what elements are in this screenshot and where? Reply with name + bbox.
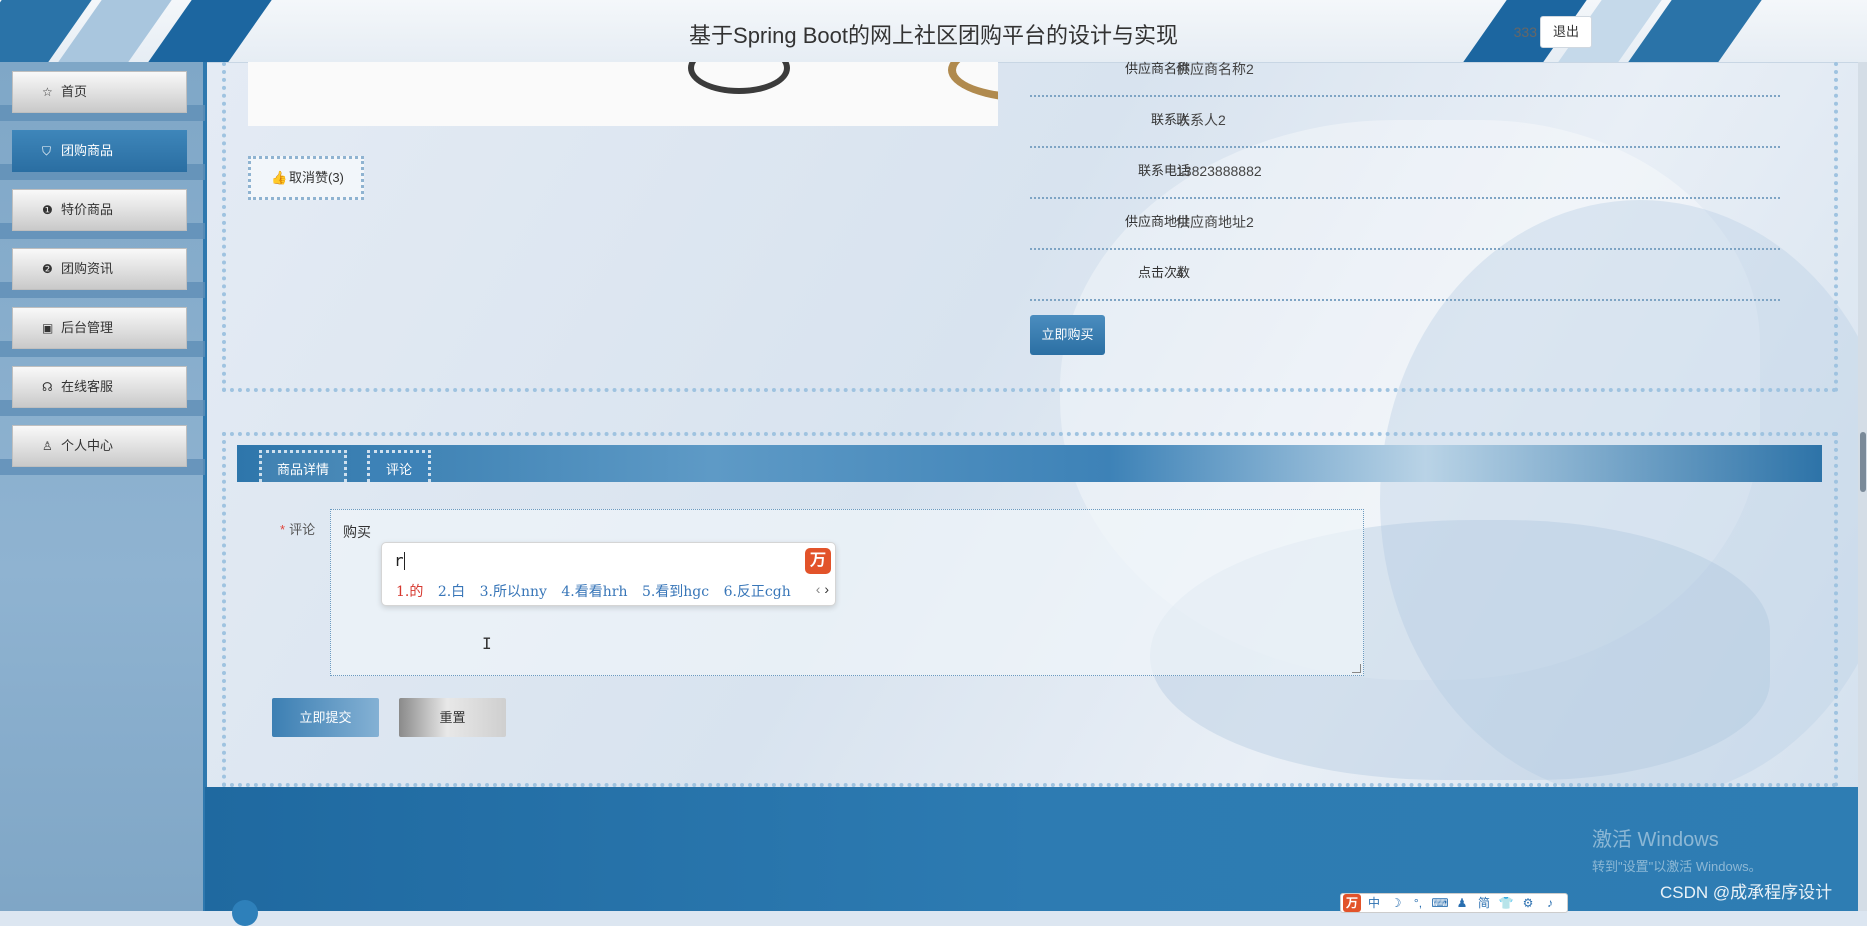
ime-next-icon[interactable]: › — [824, 581, 829, 597]
ime-logo-icon[interactable]: 万 — [1343, 894, 1361, 912]
sidebar-item-home[interactable]: ☆ 首页 — [12, 71, 187, 113]
ime-candidate[interactable]: 5.看到hgc — [642, 584, 709, 600]
product-image-detail — [948, 62, 998, 102]
info-value: 供应商名称2 — [1176, 61, 1254, 77]
sidebar-item-label: 在线客服 — [61, 379, 114, 394]
info-row-supplier-name: 供应商名称 供应商名称2 — [1030, 45, 1780, 97]
like-count-label: 取消赞(3) — [289, 170, 344, 185]
info-value: 供应商地址2 — [1176, 214, 1254, 230]
username: 333 — [1513, 24, 1537, 40]
reset-button[interactable]: 重置 — [399, 698, 506, 737]
tab-comments[interactable]: 评论 — [367, 450, 431, 482]
watermark-subtitle: 转到"设置"以激活 Windows。 — [1592, 859, 1762, 874]
windows-activation-watermark: 激活 Windows 转到"设置"以激活 Windows。 — [1592, 823, 1762, 875]
ime-music-icon[interactable]: ♪ — [1541, 894, 1559, 912]
sidebar-item-admin[interactable]: ▣ 后台管理 — [12, 307, 187, 349]
comment-label: * 评论 — [280, 519, 315, 538]
logout-button[interactable]: 退出 — [1540, 16, 1592, 48]
sidebar-item-label: 特价商品 — [61, 202, 114, 217]
tab-label: 评论 — [385, 462, 412, 477]
ime-moon-icon[interactable]: ☽ — [1387, 894, 1405, 912]
sidebar-item-group-products[interactable]: ⛉ 团购商品 — [12, 130, 187, 172]
sidebar-item-label: 团购资讯 — [61, 261, 114, 276]
question-circle-icon: ❷ — [42, 262, 53, 276]
sidebar-item-label: 后台管理 — [61, 320, 114, 335]
info-circle-icon: ❶ — [42, 203, 53, 217]
ime-simplified-icon[interactable]: 简 — [1475, 894, 1493, 912]
sidebar-item-label: 个人中心 — [61, 438, 114, 453]
watermark-title: 激活 Windows — [1592, 829, 1719, 851]
ime-toolbar: 万 中 ☽ °, ⌨ ♟ 简 👕 ⚙ ♪ — [1340, 893, 1568, 913]
ime-candidate[interactable]: 4.看看hrh — [561, 584, 627, 600]
back-to-top-icon[interactable] — [232, 900, 258, 926]
csdn-watermark: CSDN @成承程序设计 — [1660, 883, 1833, 902]
ime-candidate[interactable]: 3.所以nny — [480, 584, 547, 600]
ime-logo-icon: 万 — [805, 548, 831, 574]
comment-text: 购买 — [343, 524, 371, 540]
ime-caret — [404, 552, 405, 570]
info-row-address: 供应商地址 供应商地址2 — [1030, 198, 1780, 250]
headset-icon: ☊ — [42, 380, 53, 394]
ime-candidate[interactable]: 6.反正cgh — [724, 584, 791, 600]
product-image — [248, 62, 998, 126]
comment-label-text: 评论 — [289, 522, 316, 537]
ime-settings-icon[interactable]: ⚙ — [1519, 894, 1537, 912]
bag-icon: ⛉ — [42, 144, 52, 158]
sidebar-item-support[interactable]: ☊ 在线客服 — [12, 366, 187, 408]
ime-user-icon[interactable]: ♟ — [1453, 894, 1471, 912]
star-icon: ☆ — [42, 85, 53, 99]
ime-page-nav: ‹ › — [816, 581, 829, 597]
resize-handle[interactable] — [1352, 664, 1361, 673]
sidebar-item-news[interactable]: ❷ 团购资讯 — [12, 248, 187, 290]
sidebar-edge — [203, 62, 207, 911]
ime-punctuation-icon[interactable]: °, — [1409, 894, 1427, 912]
ime-chinese-mode-icon[interactable]: 中 — [1365, 894, 1383, 912]
info-row-phone: 联系电话 13823888882 — [1030, 147, 1780, 199]
thumbs-up-icon: 👍 — [271, 170, 288, 185]
sidebar-item-label: 团购商品 — [61, 143, 114, 158]
text-cursor-icon: I — [482, 634, 492, 653]
tab-bar: 商品详情 评论 — [237, 445, 1822, 482]
sidebar-item-profile[interactable]: ♙ 个人中心 — [12, 425, 187, 467]
ime-candidate-popup: r 万 1.的 2.白 3.所以nny 4.看看hrh 5.看到hgc 6.反正… — [381, 542, 836, 606]
ime-candidates: 1.的 2.白 3.所以nny 4.看看hrh 5.看到hgc 6.反正cgh — [396, 581, 801, 601]
sidebar-item-label: 首页 — [61, 84, 88, 99]
ime-candidate[interactable]: 2.白 — [438, 584, 465, 600]
info-value: 4 — [1176, 265, 1184, 281]
user-icon: ♙ — [42, 439, 53, 453]
sidebar-item-special-products[interactable]: ❶ 特价商品 — [12, 189, 187, 231]
tab-product-detail[interactable]: 商品详情 — [259, 450, 347, 482]
info-value: 13823888882 — [1176, 163, 1262, 179]
required-mark: * — [280, 522, 286, 537]
ime-prev-icon[interactable]: ‹ — [816, 581, 821, 597]
info-value: 联系人2 — [1176, 112, 1226, 128]
info-row-click-count: 点击次数 4 — [1030, 249, 1780, 301]
ime-keyboard-icon[interactable]: ⌨ — [1431, 894, 1449, 912]
product-image-detail — [688, 62, 790, 94]
ime-input-text: r — [394, 551, 404, 570]
unlike-button[interactable]: 👍 取消赞(3) — [248, 156, 364, 200]
buy-now-button[interactable]: 立即购买 — [1030, 315, 1105, 355]
ime-skin-icon[interactable]: 👕 — [1497, 894, 1515, 912]
briefcase-icon: ▣ — [42, 321, 54, 335]
ime-candidate[interactable]: 1.的 — [396, 584, 423, 600]
submit-button[interactable]: 立即提交 — [272, 698, 379, 737]
info-row-contact: 联系人 联系人2 — [1030, 96, 1780, 148]
scrollbar-thumb[interactable] — [1860, 432, 1866, 492]
